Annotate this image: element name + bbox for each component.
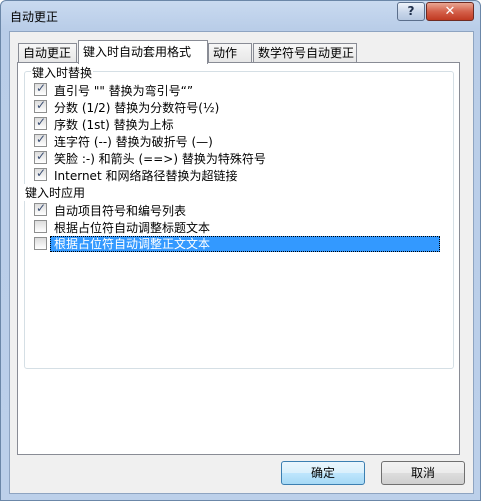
checkbox-fractions[interactable] <box>34 98 47 113</box>
tab-math-autocorrect[interactable]: 数学符号自动更正 <box>253 43 357 63</box>
option-smileys-arrows[interactable]: 笑脸 :-) 和箭头 (==>) 替换为特殊符号 <box>34 149 454 166</box>
option-label: 根据占位符自动调整标题文本 <box>54 221 211 235</box>
checkbox-ordinals[interactable] <box>34 115 47 130</box>
option-ordinals[interactable]: 序数 (1st) 替换为上标 <box>34 115 454 132</box>
option-label: 直引号 "" 替换为弯引号“” <box>54 84 194 98</box>
help-button[interactable]: ? <box>397 2 425 21</box>
option-hyperlinks[interactable]: Internet 和网络路径替换为超链接 <box>34 166 454 183</box>
ok-button[interactable]: 确定 <box>281 461 365 485</box>
title-bar[interactable]: 自动更正 ? ✕ <box>1 1 480 31</box>
dialog-title: 自动更正 <box>10 10 59 24</box>
dialog-body: 自动更正 键入时自动套用格式 动作 数学符号自动更正 键入时替换 直引号 "" … <box>9 31 474 494</box>
tab-strip: 自动更正 键入时自动套用格式 动作 数学符号自动更正 <box>18 40 458 64</box>
tab-autoformat-as-you-type[interactable]: 键入时自动套用格式 <box>78 40 208 64</box>
checkbox-autofit-title[interactable] <box>34 220 47 233</box>
checkbox-auto-bullets[interactable] <box>34 201 47 216</box>
option-smart-quotes[interactable]: 直引号 "" 替换为弯引号“” <box>34 81 454 98</box>
option-label: 序数 (1st) 替换为上标 <box>54 118 174 132</box>
close-button[interactable]: ✕ <box>426 2 474 21</box>
autocorrect-dialog: 自动更正 ? ✕ 自动更正 键入时自动套用格式 动作 数学符号自动更正 键入时替… <box>0 0 481 501</box>
option-auto-bullets[interactable]: 自动项目符号和编号列表 <box>34 201 454 218</box>
autoformat-tab-page: 键入时替换 直引号 "" 替换为弯引号“” 分数 (1/2) 替换为分数符号(½… <box>17 62 460 455</box>
tab-actions[interactable]: 动作 <box>208 43 252 63</box>
option-autofit-body[interactable]: 根据占位符自动调整正文文本 <box>34 236 454 252</box>
option-label: 自动项目符号和编号列表 <box>54 204 187 218</box>
tab-autocorrect[interactable]: 自动更正 <box>18 43 77 63</box>
option-dashes[interactable]: 连字符 (--) 替换为破折号 (—) <box>34 132 454 149</box>
checkbox-dashes[interactable] <box>34 132 47 147</box>
option-fractions[interactable]: 分数 (1/2) 替换为分数符号(½) <box>34 98 454 115</box>
option-label: Internet 和网络路径替换为超链接 <box>54 169 238 183</box>
group-label-replace: 键入时替换 <box>31 64 94 81</box>
checkbox-autofit-body[interactable] <box>34 237 47 250</box>
group-label-apply: 键入时应用 <box>24 184 87 201</box>
checkbox-hyperlinks[interactable] <box>34 166 47 181</box>
option-label: 笑脸 :-) 和箭头 (==>) 替换为特殊符号 <box>54 152 266 166</box>
checkbox-smart-quotes[interactable] <box>34 81 47 96</box>
checkbox-smileys-arrows[interactable] <box>34 149 47 164</box>
option-label: 连字符 (--) 替换为破折号 (—) <box>54 135 213 149</box>
cancel-button[interactable]: 取消 <box>381 461 465 485</box>
option-label: 根据占位符自动调整正文文本 <box>50 236 440 252</box>
option-autofit-title[interactable]: 根据占位符自动调整标题文本 <box>34 219 454 235</box>
option-label: 分数 (1/2) 替换为分数符号(½) <box>54 101 220 115</box>
